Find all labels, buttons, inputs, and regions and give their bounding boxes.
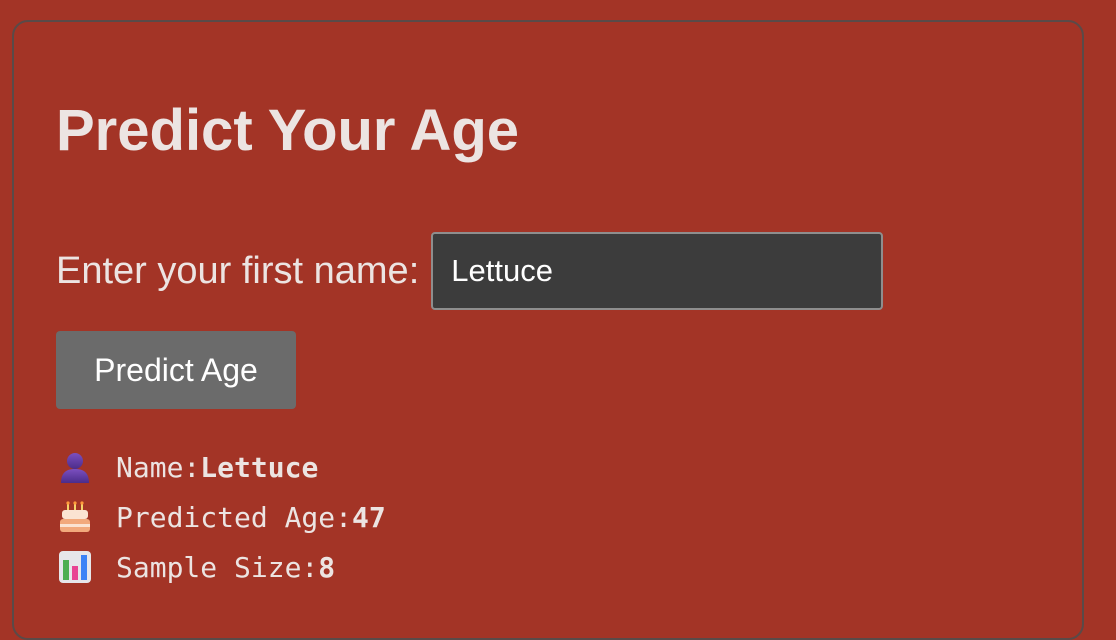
predict-age-button[interactable]: Predict Age (56, 331, 296, 409)
name-label: Enter your first name: (56, 249, 420, 292)
results-list: Name: Lettuce Predicted Age: 47 Sample S… (58, 442, 386, 592)
result-sample-row: Sample Size: 8 (58, 542, 386, 592)
result-name-label: Name: (116, 450, 201, 484)
page-title: Predict Your Age (56, 98, 520, 163)
result-name-row: Name: Lettuce (58, 442, 386, 492)
result-age-value: 47 (352, 500, 386, 534)
result-sample-value: 8 (318, 550, 336, 584)
name-input[interactable] (431, 232, 884, 310)
result-sample-label: Sample Size: (116, 550, 319, 584)
result-name-value: Lettuce (200, 450, 319, 484)
person-silhouette-icon (58, 450, 92, 484)
result-age-label: Predicted Age: (116, 500, 353, 534)
main-card: Predict Your Age Enter your first name: … (12, 20, 1084, 640)
name-form-row: Enter your first name: (56, 232, 884, 310)
birthday-cake-icon (58, 500, 92, 534)
bar-chart-icon (58, 550, 92, 584)
result-age-row: Predicted Age: 47 (58, 492, 386, 542)
